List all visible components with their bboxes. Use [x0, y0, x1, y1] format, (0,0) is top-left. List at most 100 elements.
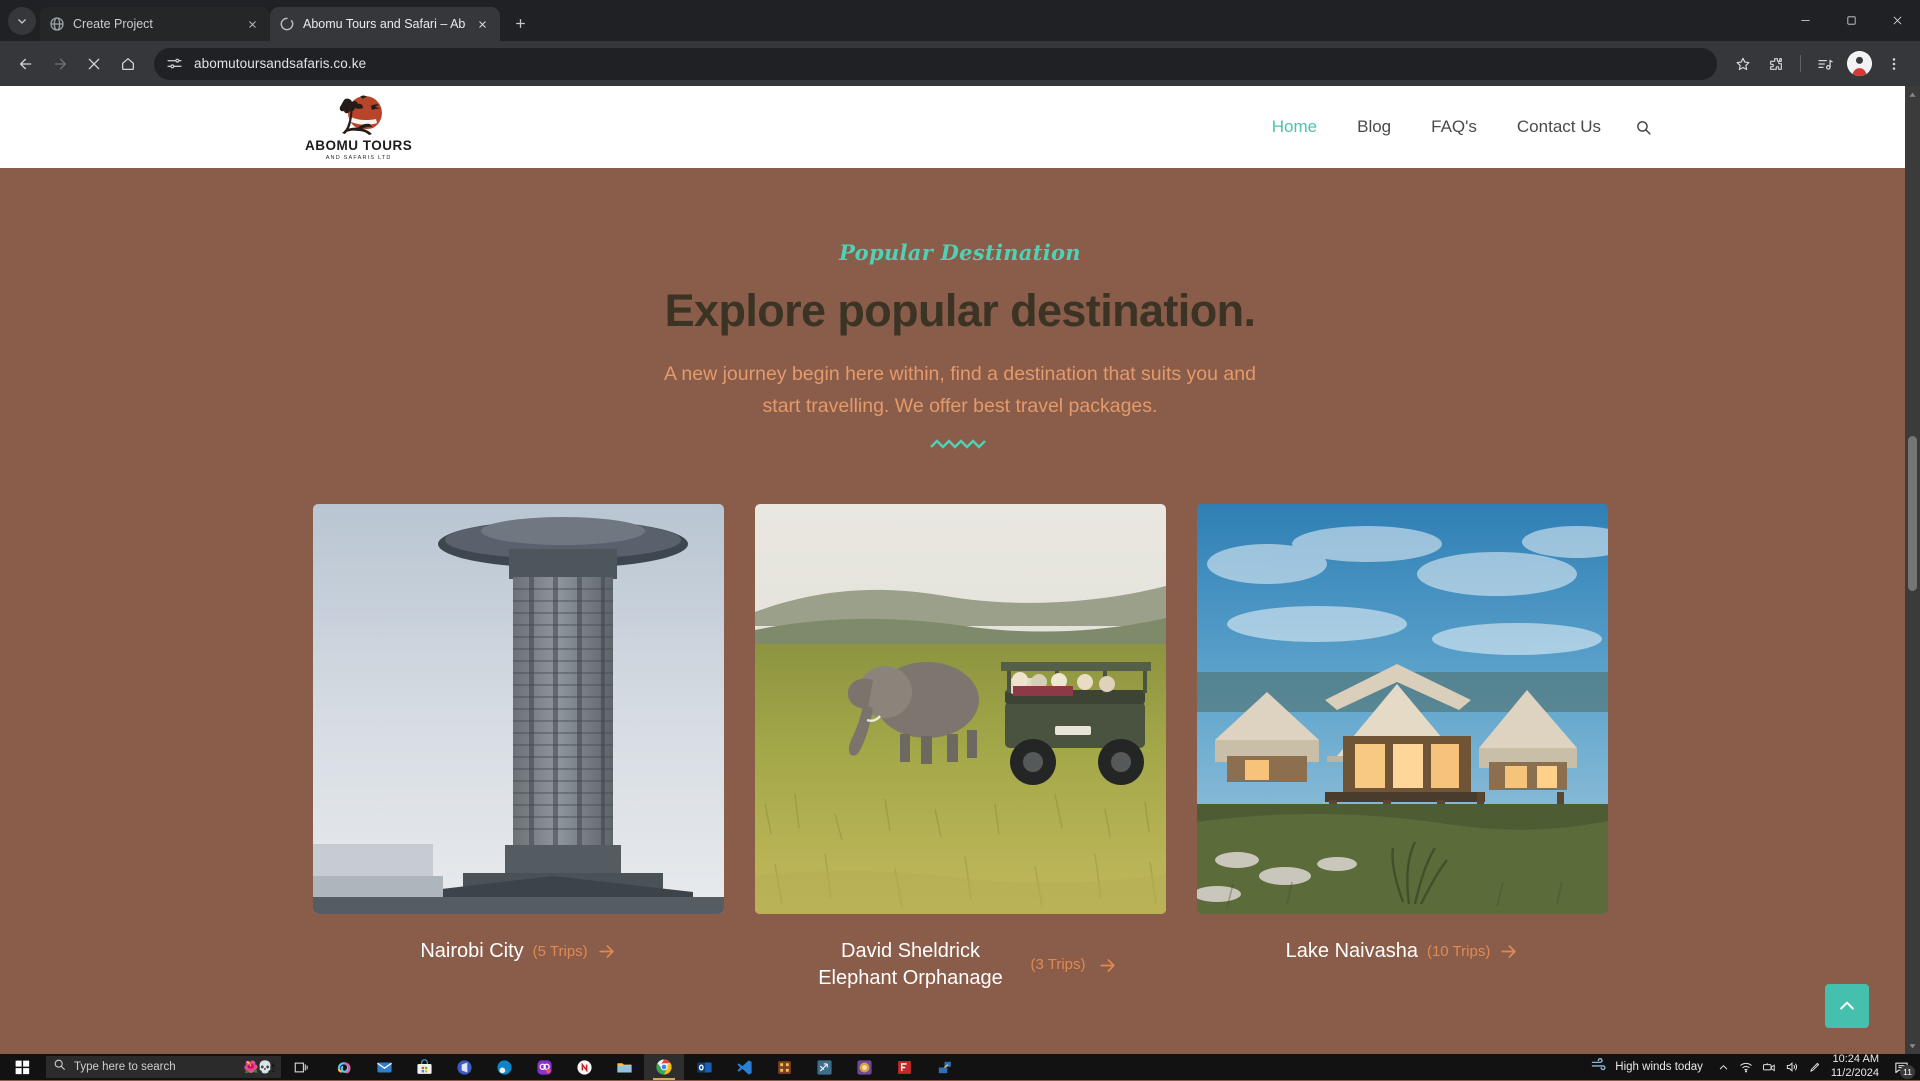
- destination-caption[interactable]: Nairobi City (5 Trips): [313, 938, 724, 965]
- nav-item-blog[interactable]: Blog: [1337, 117, 1411, 137]
- back-button[interactable]: [10, 48, 42, 80]
- destination-card[interactable]: Lake Naivasha (10 Trips): [1197, 504, 1608, 992]
- copilot-icon[interactable]: [324, 1054, 364, 1080]
- task-view-icon[interactable]: [281, 1054, 321, 1080]
- mail-icon[interactable]: [364, 1054, 404, 1080]
- site-settings-icon[interactable]: [166, 55, 183, 72]
- system-tray: High winds today 10:24 AM 11/: [1582, 1053, 1920, 1081]
- weather-widget[interactable]: High winds today: [1582, 1056, 1712, 1078]
- arrow-right-icon[interactable]: [597, 942, 616, 961]
- figma-purple-app-icon[interactable]: [524, 1054, 564, 1080]
- edge-icon[interactable]: [484, 1054, 524, 1080]
- clock-time: 10:24 AM: [1831, 1053, 1879, 1067]
- toolbar-divider: [1800, 55, 1801, 72]
- pen-tool-tray-icon[interactable]: [1804, 1054, 1827, 1080]
- maximize-button[interactable]: [1828, 0, 1874, 41]
- nairobi-kicc-tower-photo[interactable]: [313, 504, 724, 914]
- hero-description-line-2: start travelling. We offer best travel p…: [763, 395, 1158, 417]
- destination-title: David Sheldrick Elephant Orphanage: [803, 938, 1018, 992]
- vscode-icon[interactable]: [724, 1054, 764, 1080]
- destination-caption[interactable]: David Sheldrick Elephant Orphanage (3 Tr…: [755, 938, 1166, 992]
- jetbrains-app-icon[interactable]: [844, 1054, 884, 1080]
- tab-strip: Create Project Abomu Tours and Safari – …: [0, 0, 1920, 41]
- logo-name: ABOMU TOURS: [305, 139, 412, 153]
- destination-title: Lake Naivasha: [1286, 938, 1418, 965]
- page-title: Explore popular destination.: [0, 285, 1920, 337]
- destination-caption[interactable]: Lake Naivasha (10 Trips): [1197, 938, 1608, 965]
- taskbar-search-box[interactable]: Type here to search 🌺💀🕯: [46, 1056, 281, 1078]
- loading-spinner-icon: [279, 16, 295, 32]
- bookmark-star-icon[interactable]: [1727, 48, 1759, 80]
- volume-icon[interactable]: [1781, 1054, 1804, 1080]
- blue-arrows-app-icon[interactable]: [804, 1054, 844, 1080]
- clock-date: 11/2/2024: [1831, 1067, 1879, 1081]
- logo-subtitle: AND SAFARIS LTD: [326, 155, 392, 161]
- tab-title: Abomu Tours and Safari – Abom: [303, 17, 466, 31]
- notification-center-button[interactable]: 11: [1886, 1054, 1916, 1080]
- browser-tab-2[interactable]: Abomu Tours and Safari – Abom: [270, 7, 500, 41]
- scrollbar-down-arrow-icon[interactable]: [1905, 1038, 1920, 1054]
- minimize-button[interactable]: [1782, 0, 1828, 41]
- elephant-safari-jeep-photo[interactable]: [755, 504, 1166, 914]
- main-navigation: Home Blog FAQ's Contact Us: [1252, 117, 1652, 137]
- onenote-icon[interactable]: [564, 1054, 604, 1080]
- site-header: ABOMU TOURS AND SAFARIS LTD Home Blog FA…: [0, 86, 1920, 168]
- globe-icon: [49, 16, 65, 32]
- destination-trip-count: (3 Trips): [1027, 955, 1089, 975]
- search-icon: [53, 1058, 66, 1076]
- chrome-icon[interactable]: [644, 1054, 684, 1080]
- filezilla-icon[interactable]: [884, 1054, 924, 1080]
- show-hidden-icons-chevron[interactable]: [1712, 1054, 1735, 1080]
- nav-item-contact-us[interactable]: Contact Us: [1497, 117, 1621, 137]
- tab-title: Create Project: [73, 17, 236, 31]
- start-button[interactable]: [0, 1054, 44, 1080]
- tab-close-icon[interactable]: [244, 16, 261, 33]
- home-button[interactable]: [112, 48, 144, 80]
- new-tab-button[interactable]: [506, 9, 534, 37]
- extensions-puzzle-icon[interactable]: [1760, 48, 1792, 80]
- browser-menu-icon[interactable]: [1878, 48, 1910, 80]
- scrollbar-thumb[interactable]: [1908, 436, 1917, 591]
- file-explorer-icon[interactable]: [604, 1054, 644, 1080]
- forward-button[interactable]: [44, 48, 76, 80]
- stop-loading-button[interactable]: [78, 48, 110, 80]
- arrow-right-icon[interactable]: [1098, 956, 1117, 975]
- camera-privacy-icon[interactable]: [1758, 1054, 1781, 1080]
- tab-search-chevron-icon[interactable]: [8, 7, 36, 35]
- url-text: abomutoursandsafaris.co.ke: [194, 56, 366, 71]
- search-icon[interactable]: [1635, 119, 1652, 136]
- office-icon[interactable]: [444, 1054, 484, 1080]
- scroll-to-top-button[interactable]: [1825, 984, 1869, 1028]
- browser-toolbar: abomutoursandsafaris.co.ke: [0, 41, 1920, 86]
- day-of-the-dead-decoration-icon: 🌺💀🕯: [244, 1060, 274, 1075]
- outlook-icon[interactable]: [684, 1054, 724, 1080]
- media-control-icon[interactable]: [1809, 48, 1841, 80]
- weather-text: High winds today: [1615, 1061, 1703, 1073]
- destination-card[interactable]: David Sheldrick Elephant Orphanage (3 Tr…: [755, 504, 1166, 992]
- wifi-icon[interactable]: [1735, 1054, 1758, 1080]
- close-button[interactable]: [1874, 0, 1920, 41]
- address-bar[interactable]: abomutoursandsafaris.co.ke: [154, 48, 1717, 80]
- microsoft-store-icon[interactable]: [404, 1054, 444, 1080]
- page-scrollbar[interactable]: [1905, 86, 1920, 1054]
- nav-item-faqs[interactable]: FAQ's: [1411, 117, 1497, 137]
- hero-section: Popular Destination Explore popular dest…: [0, 168, 1920, 451]
- taskbar-clock[interactable]: 10:24 AM 11/2/2024: [1827, 1053, 1886, 1081]
- destination-card[interactable]: Nairobi City (5 Trips): [313, 504, 724, 992]
- destination-trip-count: (10 Trips): [1427, 943, 1490, 960]
- destination-trip-count: (5 Trips): [533, 943, 588, 960]
- arrow-right-icon[interactable]: [1499, 942, 1518, 961]
- profile-avatar[interactable]: [1847, 51, 1872, 76]
- window-controls: [1782, 0, 1920, 41]
- winrar-icon[interactable]: [764, 1054, 804, 1080]
- browser-tab-1[interactable]: Create Project: [40, 7, 270, 41]
- nav-item-home[interactable]: Home: [1252, 117, 1337, 137]
- windy-weather-icon: [1591, 1056, 1608, 1078]
- network-tool-icon[interactable]: [924, 1054, 964, 1080]
- site-logo[interactable]: ABOMU TOURS AND SAFARIS LTD: [305, 93, 412, 160]
- scrollbar-up-arrow-icon[interactable]: [1905, 86, 1920, 102]
- destination-title: Nairobi City: [420, 938, 523, 965]
- luxury-safari-tent-camp-photo[interactable]: [1197, 504, 1608, 914]
- zigzag-divider-icon: [929, 438, 991, 451]
- tab-close-icon[interactable]: [474, 16, 491, 33]
